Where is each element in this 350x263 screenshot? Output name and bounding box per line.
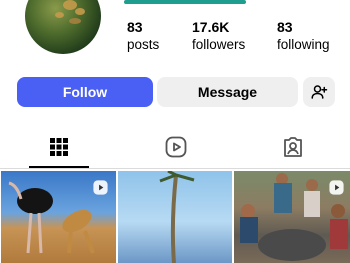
tab-posts[interactable]	[46, 134, 72, 160]
following-label: following	[277, 37, 330, 52]
palm-tree-image	[159, 171, 195, 263]
avatar[interactable]	[25, 0, 101, 54]
reel-play-icon	[93, 180, 108, 195]
tagged-icon	[284, 137, 302, 157]
posts-stat[interactable]: 83 posts	[127, 20, 159, 52]
followers-count: 17.6K	[192, 19, 230, 35]
reels-icon	[165, 136, 187, 158]
followers-stat[interactable]: 17.6K followers	[192, 20, 245, 52]
following-count: 83	[277, 19, 293, 35]
message-button[interactable]: Message	[157, 77, 298, 107]
grid-icon	[50, 138, 68, 156]
posts-label: posts	[127, 37, 160, 52]
reel-play-icon	[329, 180, 344, 195]
tab-tagged[interactable]	[280, 134, 306, 160]
post-thumbnail[interactable]	[1, 171, 116, 263]
posts-count: 83	[127, 19, 143, 35]
followers-label: followers	[192, 37, 246, 52]
tab-divider	[0, 168, 350, 169]
add-person-icon	[311, 85, 328, 99]
add-user-button[interactable]	[303, 77, 335, 107]
tab-reels[interactable]	[163, 134, 189, 160]
highlight-bar	[124, 0, 246, 4]
follow-button[interactable]: Follow	[17, 77, 153, 107]
following-stat[interactable]: 83 following	[277, 20, 330, 52]
post-thumbnail[interactable]	[234, 171, 350, 263]
post-thumbnail[interactable]	[118, 171, 232, 263]
